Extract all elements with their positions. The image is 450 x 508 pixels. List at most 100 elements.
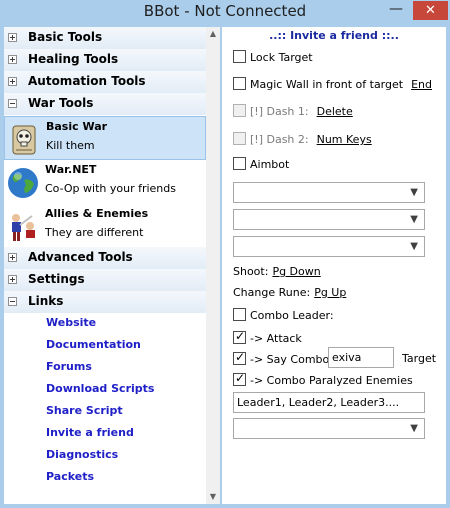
group-label: Basic Tools	[28, 30, 103, 44]
dash2-label: [!] Dash 2:	[250, 133, 309, 146]
group-label: Healing Tools	[28, 52, 119, 66]
dash1-row: [!] Dash 1: Delete	[233, 104, 353, 120]
say-combo-input[interactable]: exiva	[328, 347, 394, 368]
basic-war-panel: ..:: Invite a friend ::.. Lock Target Ma…	[222, 27, 446, 504]
say-combo-checkbox[interactable]	[233, 350, 246, 365]
item-desc: They are different	[45, 226, 144, 239]
group-label: Automation Tools	[28, 74, 146, 88]
combo-paralyzed-row[interactable]: -> Combo Paralyzed Enemies	[233, 371, 413, 389]
window-title: BBot - Not Connected	[143, 2, 307, 20]
tree-item-basic-war[interactable]: Basic War Kill them	[4, 116, 206, 160]
group-label: Settings	[28, 272, 85, 286]
dash2-row: [!] Dash 2: Num Keys	[233, 132, 372, 148]
shoot-hotkey[interactable]: Pg Down	[272, 265, 320, 278]
invite-friend-link[interactable]: ..:: Invite a friend ::..	[222, 29, 446, 42]
change-rune-hotkey[interactable]: Pg Up	[314, 286, 346, 299]
group-war-tools[interactable]: War Tools	[4, 93, 206, 115]
aimbot-label: Aimbot	[250, 158, 290, 171]
group-healing-tools[interactable]: Healing Tools	[4, 49, 206, 71]
chevron-down-icon: ▼	[410, 241, 418, 252]
item-desc: Kill them	[46, 139, 95, 152]
lock-target-checkbox[interactable]	[233, 50, 246, 63]
magic-wall-checkbox[interactable]	[233, 77, 246, 90]
fighters-icon	[12, 214, 35, 241]
shoot-row: Shoot: Pg Down	[233, 265, 321, 281]
link-download-scripts[interactable]: Download Scripts	[46, 382, 154, 395]
attack-checkbox[interactable]	[233, 329, 246, 344]
collapse-icon[interactable]	[8, 99, 17, 108]
dash1-label: [!] Dash 1:	[250, 105, 309, 118]
group-label: Links	[28, 294, 64, 308]
skull-scroll-icon	[12, 125, 36, 155]
item-title: Allies & Enemies	[45, 207, 149, 220]
combo-paralyzed-label: -> Combo Paralyzed Enemies	[250, 374, 413, 387]
scroll-down-icon[interactable]: ▼	[206, 490, 220, 504]
combo-paralyzed-checkbox[interactable]	[233, 371, 246, 386]
leaders-input[interactable]: Leader1, Leader2, Leader3....	[233, 392, 425, 413]
lock-target-row[interactable]: Lock Target	[233, 50, 313, 66]
combo-leader-label: Combo Leader:	[250, 309, 334, 322]
link-packets[interactable]: Packets	[46, 470, 94, 483]
attack-label: -> Attack	[250, 332, 302, 345]
link-share-script[interactable]: Share Script	[46, 404, 123, 417]
say-combo-row[interactable]: -> Say Combo	[233, 350, 330, 368]
tree-scrollbar[interactable]: ▲ ▼	[206, 27, 220, 504]
scroll-up-icon[interactable]: ▲	[206, 27, 220, 41]
magic-wall-label: Magic Wall in front of target	[250, 78, 404, 91]
minimize-button[interactable]: —	[386, 2, 406, 19]
chevron-down-icon: ▼	[410, 187, 418, 198]
group-basic-tools[interactable]: Basic Tools	[4, 27, 206, 49]
expand-icon[interactable]	[8, 77, 17, 86]
dash1-checkbox	[233, 104, 246, 117]
dash2-checkbox	[233, 132, 246, 145]
link-website[interactable]: Website	[46, 316, 96, 329]
group-label: Advanced Tools	[28, 250, 133, 264]
tools-tree: Basic Tools Healing Tools Automation Too…	[4, 27, 206, 504]
app-window: BBot - Not Connected — ✕ Basic Tools Hea…	[0, 0, 450, 508]
aimbot-select-3[interactable]: ▼	[233, 236, 425, 257]
chevron-down-icon: ▼	[410, 423, 418, 434]
link-forums[interactable]: Forums	[46, 360, 92, 373]
group-links[interactable]: Links	[4, 291, 206, 313]
client-area: Basic Tools Healing Tools Automation Too…	[4, 26, 446, 504]
dash2-hotkey[interactable]: Num Keys	[317, 133, 372, 146]
group-automation-tools[interactable]: Automation Tools	[4, 71, 206, 93]
expand-icon[interactable]	[8, 33, 17, 42]
item-title: Basic War	[46, 120, 108, 133]
attack-row[interactable]: -> Attack	[233, 329, 302, 347]
change-rune-label: Change Rune:	[233, 286, 311, 299]
leader-select[interactable]: ▼	[233, 418, 425, 439]
link-documentation[interactable]: Documentation	[46, 338, 141, 351]
shoot-label: Shoot:	[233, 265, 269, 278]
tree-item-war-net[interactable]: War.NET Co-Op with your friends	[4, 160, 206, 204]
title-bar[interactable]: BBot - Not Connected — ✕	[0, 0, 450, 26]
magic-wall-row[interactable]: Magic Wall in front of target End	[233, 77, 432, 93]
aimbot-select-1[interactable]: ▼	[233, 182, 425, 203]
lock-target-label: Lock Target	[250, 51, 313, 64]
group-settings[interactable]: Settings	[4, 269, 206, 291]
combo-leader-checkbox[interactable]	[233, 308, 246, 321]
group-label: War Tools	[28, 96, 94, 110]
chevron-down-icon: ▼	[410, 214, 418, 225]
item-desc: Co-Op with your friends	[45, 182, 176, 195]
say-combo-label: -> Say Combo	[250, 353, 330, 366]
aimbot-checkbox[interactable]	[233, 157, 246, 170]
tree-item-allies-enemies[interactable]: Allies & Enemies They are different	[4, 204, 206, 248]
target-label: Target	[402, 352, 437, 365]
expand-icon[interactable]	[8, 253, 17, 262]
change-rune-row: Change Rune: Pg Up	[233, 286, 346, 302]
aimbot-select-2[interactable]: ▼	[233, 209, 425, 230]
close-button[interactable]: ✕	[413, 1, 448, 20]
dash1-hotkey[interactable]: Delete	[317, 105, 353, 118]
link-diagnostics[interactable]: Diagnostics	[46, 448, 118, 461]
combo-leader-row[interactable]: Combo Leader:	[233, 308, 334, 324]
aimbot-row[interactable]: Aimbot	[233, 157, 289, 173]
magic-wall-hotkey[interactable]: End	[411, 78, 432, 91]
expand-icon[interactable]	[8, 55, 17, 64]
globe-icon	[8, 168, 38, 198]
group-advanced-tools[interactable]: Advanced Tools	[4, 247, 206, 269]
expand-icon[interactable]	[8, 275, 17, 284]
collapse-icon[interactable]	[8, 297, 17, 306]
item-title: War.NET	[45, 163, 97, 176]
link-invite-friend[interactable]: Invite a friend	[46, 426, 134, 439]
